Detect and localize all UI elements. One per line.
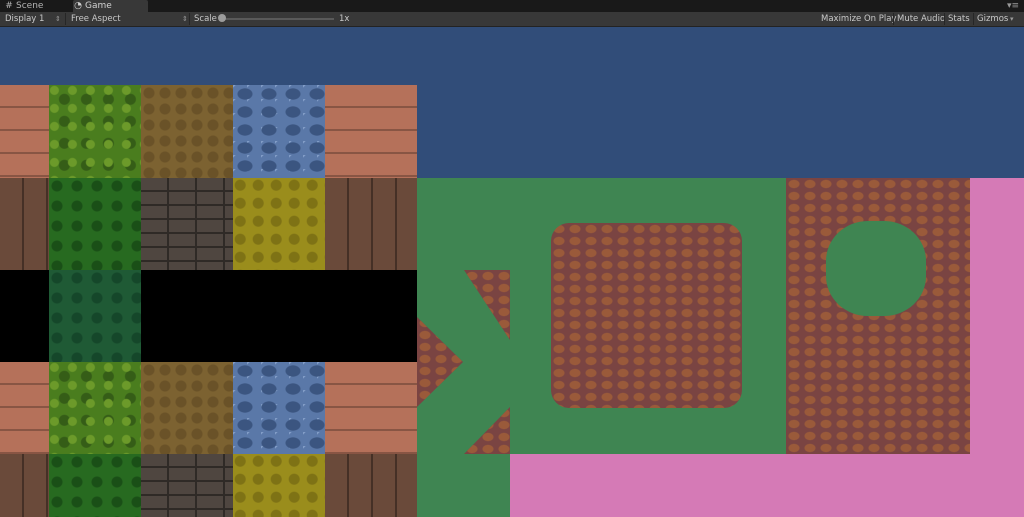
tile-ygrass (233, 454, 325, 517)
game-viewport[interactable] (0, 27, 1024, 517)
tile-wood (0, 85, 49, 178)
tile-darkwood (325, 454, 417, 517)
pink-area-bottom (510, 454, 1024, 517)
toolbar-divider (973, 13, 974, 25)
rock-patch (551, 223, 742, 408)
tile-black (233, 270, 325, 362)
maximize-on-play-toggle[interactable]: Maximize On Play (821, 12, 896, 26)
tab-bar: # Scene ◔ Game ▾≡ (0, 0, 1024, 12)
game-toolbar: Display 1 ⇕ Free Aspect ⇕ Scale 1x Maxim… (0, 12, 1024, 27)
tile-wood (0, 362, 49, 454)
tile-grass (49, 362, 141, 454)
tile-tgrass (49, 270, 141, 362)
tile-darkwood (325, 178, 417, 270)
tile-darkwood (0, 454, 49, 517)
toolbar-divider (893, 13, 894, 25)
pacman-icon: ◔ (74, 1, 82, 11)
tile-dirt (141, 362, 233, 454)
tab-scene-label: Scene (16, 1, 44, 11)
panel-menu-icon[interactable]: ▾≡ (1007, 1, 1019, 11)
gizmos-dropdown-arrow-icon[interactable]: ▾ (1010, 12, 1014, 26)
tile-black (325, 270, 417, 362)
tile-ygrass (233, 178, 325, 270)
tile-black (141, 270, 233, 362)
toolbar-divider (189, 13, 190, 25)
scale-slider-knob[interactable] (218, 14, 226, 22)
scale-label: Scale (194, 14, 217, 24)
grid-icon: # (5, 1, 13, 11)
tile-dgrass (49, 454, 141, 517)
scale-slider-track[interactable] (222, 18, 334, 20)
mute-audio-toggle[interactable]: Mute Audio (897, 12, 945, 26)
tile-water (233, 362, 325, 454)
grass-hole (826, 221, 926, 316)
display-dropdown[interactable]: Display 1 (5, 12, 44, 26)
tile-dgrass (49, 178, 141, 270)
tile-water (233, 85, 325, 178)
tile-dirt (141, 85, 233, 178)
toolbar-divider (65, 13, 66, 25)
tile-wood (325, 85, 417, 178)
aspect-dropdown-label: Free Aspect (71, 14, 121, 24)
tile-darkwood (0, 178, 49, 270)
tab-scene[interactable]: # Scene (4, 0, 66, 12)
scale-value: 1x (339, 14, 350, 24)
stats-toggle[interactable]: Stats (948, 12, 970, 26)
tile-grass (49, 85, 141, 178)
grass-strip (417, 454, 510, 517)
rock-field (786, 178, 970, 454)
tile-wood (325, 362, 417, 454)
tab-game[interactable]: ◔ Game (73, 0, 148, 12)
display-dropdown-arrow-icon: ⇕ (55, 15, 61, 23)
tab-game-label: Game (85, 1, 112, 11)
tile-black (0, 270, 49, 362)
gizmos-toggle[interactable]: Gizmos (977, 12, 1008, 26)
aspect-dropdown-arrow-icon: ⇕ (182, 15, 188, 23)
tile-brick (141, 178, 233, 270)
aspect-dropdown[interactable]: Free Aspect (71, 12, 121, 26)
toolbar-divider (944, 13, 945, 25)
display-dropdown-label: Display 1 (5, 14, 45, 24)
tile-brick (141, 454, 233, 517)
